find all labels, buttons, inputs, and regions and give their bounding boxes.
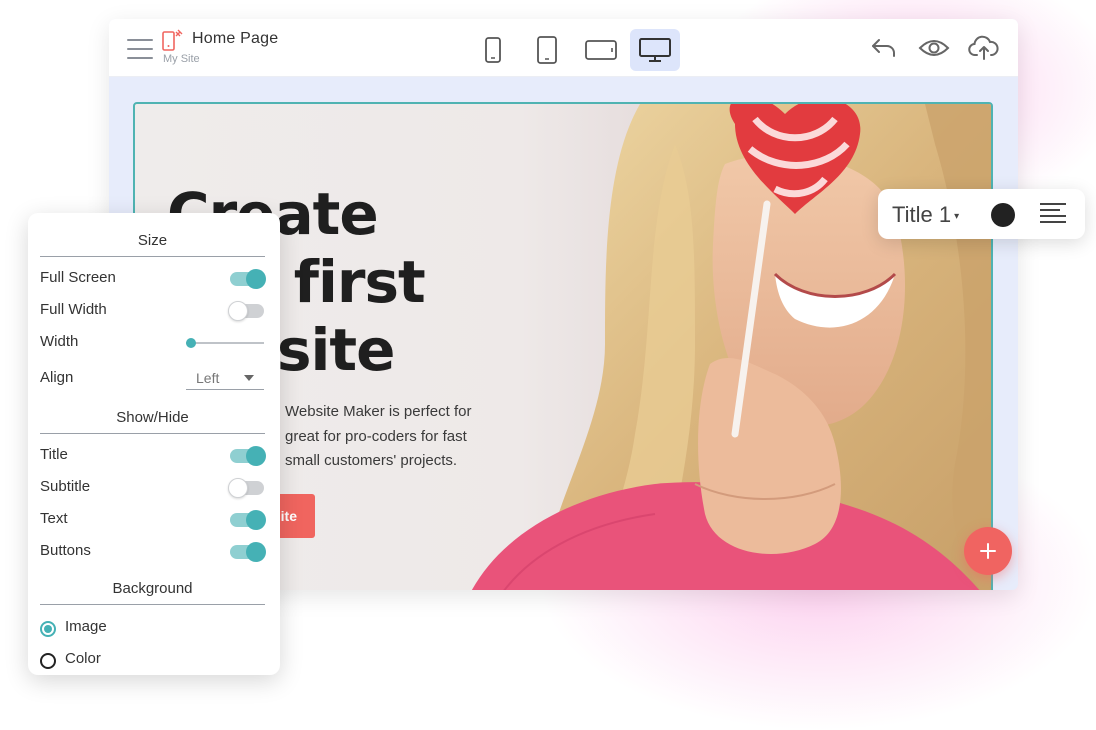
buttons-toggle[interactable]	[230, 542, 266, 562]
header-actions	[868, 33, 1000, 63]
text-color-swatch[interactable]	[991, 203, 1015, 227]
preview-button[interactable]	[918, 33, 950, 63]
full-width-label: Full Width	[40, 301, 107, 318]
background-image-radio[interactable]	[40, 621, 56, 637]
publish-cloud-icon	[968, 35, 999, 60]
align-label: Align	[40, 369, 74, 386]
plus-icon	[980, 543, 996, 559]
full-screen-toggle[interactable]	[230, 269, 266, 289]
title-label: Title	[40, 446, 68, 463]
publish-button[interactable]	[968, 33, 1000, 63]
block-settings-panel: Size Full Screen Full Width Width Align …	[28, 213, 280, 675]
phone-small-button[interactable]	[468, 29, 518, 71]
page-title[interactable]: Home Page	[192, 30, 278, 48]
text-toggle[interactable]	[230, 510, 266, 530]
phone-small-icon	[485, 37, 501, 63]
preview-eye-icon	[918, 40, 950, 56]
subtitle-label: Subtitle	[40, 478, 91, 495]
buttons-label: Buttons	[40, 542, 91, 559]
background-heading: Background	[40, 574, 265, 605]
title-style-label: Title 1	[892, 202, 952, 227]
show-hide-heading: Show/Hide	[40, 403, 265, 434]
chevron-down-icon	[244, 375, 254, 381]
site-name: My Site	[163, 53, 200, 65]
undo-button[interactable]	[868, 33, 900, 63]
subtitle-toggle[interactable]	[228, 478, 264, 498]
tablet-button[interactable]	[576, 29, 626, 71]
caret-down-icon: ▾	[954, 210, 960, 222]
text-align-button[interactable]	[1040, 203, 1070, 225]
desktop-button[interactable]	[630, 29, 680, 71]
full-screen-label: Full Screen	[40, 269, 116, 286]
title-toggle[interactable]	[230, 446, 266, 466]
tablet-icon	[585, 40, 617, 60]
width-label: Width	[40, 333, 79, 350]
width-slider[interactable]	[186, 338, 264, 348]
full-width-toggle[interactable]	[228, 301, 264, 321]
title-style-dropdown[interactable]: Title 1 ▾	[892, 202, 959, 228]
device-switcher	[468, 29, 680, 71]
page-icon	[162, 29, 183, 51]
color-label: Color	[65, 650, 101, 667]
align-select[interactable]: Left	[186, 369, 264, 390]
text-label: Text	[40, 510, 68, 527]
add-block-button[interactable]	[964, 527, 1012, 575]
title-toolbar: Title 1 ▾	[878, 189, 1085, 239]
align-value: Left	[196, 370, 220, 386]
image-label: Image	[65, 618, 107, 635]
menu-hamburger-icon[interactable]	[127, 39, 153, 59]
undo-icon	[872, 39, 895, 57]
background-color-radio[interactable]	[40, 653, 56, 669]
phone-icon	[537, 36, 557, 64]
size-heading: Size	[40, 226, 265, 257]
top-toolbar: Home Page My Site	[109, 19, 1018, 77]
phone-button[interactable]	[522, 29, 572, 71]
desktop-icon	[639, 38, 671, 62]
